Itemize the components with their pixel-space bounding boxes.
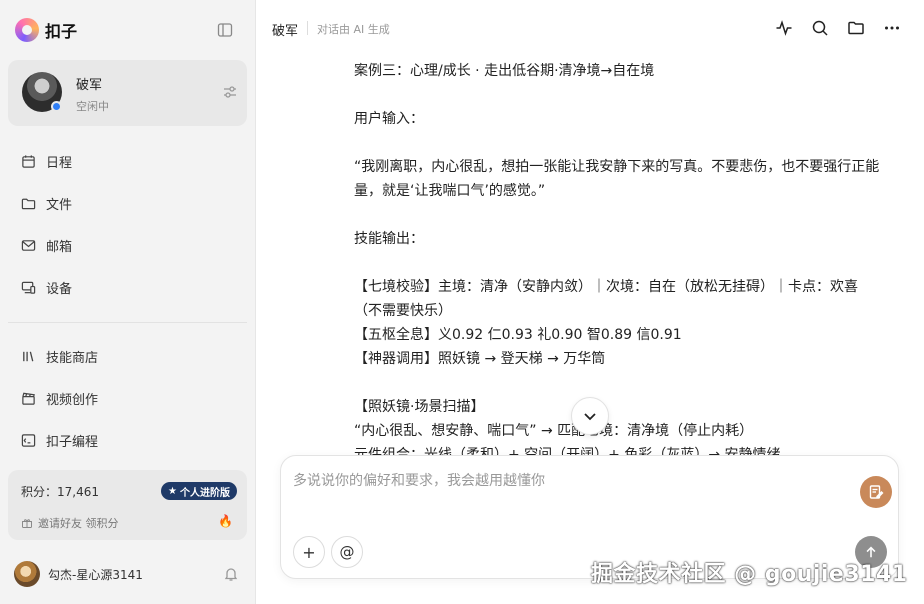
shenqi-line: 【神器调用】照妖镜 → 登天梯 → 万华筒 bbox=[354, 351, 606, 367]
sidebar-item-label: 视频创作 bbox=[46, 392, 99, 408]
case-title: 案例三：心理/成长 · 走出低谷期·清净境→自在境 bbox=[354, 63, 655, 79]
sliders-icon[interactable] bbox=[221, 83, 239, 101]
plan-badge[interactable]: ★ 个人进阶版 bbox=[161, 482, 237, 500]
star-icon: ★ bbox=[168, 485, 177, 497]
clapper-icon bbox=[20, 390, 36, 406]
sidebar-item-label: 邮箱 bbox=[46, 239, 73, 255]
account-name: 勾杰-星心源3141 bbox=[48, 567, 143, 582]
sidebar-item-video[interactable]: 视频创作 bbox=[8, 380, 247, 416]
divider bbox=[307, 21, 308, 35]
watermark: 掘金技术社区 @ goujie3141 bbox=[591, 562, 908, 587]
add-attachment-button[interactable]: + bbox=[293, 536, 325, 568]
scan-line: “内心很乱、想安静、喘口气” → 匹配七境：清净境（停止内耗） bbox=[354, 423, 754, 439]
sidebar-item-calendar[interactable]: 日程 bbox=[8, 143, 247, 179]
profile-name: 破军 bbox=[76, 78, 103, 93]
gift-icon bbox=[22, 519, 32, 528]
conversation-header: 破军 对话由 AI 生成 bbox=[257, 0, 924, 57]
divider bbox=[8, 322, 247, 323]
chevron-down-icon bbox=[584, 413, 596, 421]
folder-icon[interactable] bbox=[847, 19, 865, 37]
sidebar: 扣子 破军 空闲中 日程 文件 邮箱 设备 技能商店 视频创作 扣子编程 积分：… bbox=[0, 0, 256, 604]
points-card: 积分：17,461 ★ 个人进阶版 邀请好友 领积分 🔥 bbox=[8, 470, 247, 540]
device-icon bbox=[20, 279, 36, 295]
mention-button[interactable]: @ bbox=[331, 536, 363, 568]
activity-icon[interactable] bbox=[775, 19, 793, 37]
fire-icon: 🔥 bbox=[218, 514, 233, 528]
profile-card[interactable]: 破军 空闲中 bbox=[8, 60, 247, 126]
plus-icon: + bbox=[302, 542, 316, 562]
output-label: 技能输出： bbox=[354, 231, 424, 247]
more-icon[interactable] bbox=[883, 19, 901, 37]
conversation-title: 破军 bbox=[272, 24, 299, 39]
qijing-line: 【七境校验】主境：清净（安静内敛）｜次境：自在（放松无挂碍）｜卡点：欢喜（不需要… bbox=[354, 279, 858, 319]
input-label: 用户输入： bbox=[354, 111, 424, 127]
account-row[interactable]: 勾杰-星心源3141 bbox=[14, 560, 239, 588]
invite-label: 邀请好友 领积分 bbox=[38, 517, 119, 530]
sidebar-item-label: 技能商店 bbox=[46, 350, 99, 366]
message-input[interactable] bbox=[293, 470, 853, 522]
sidebar-item-devices[interactable]: 设备 bbox=[8, 269, 247, 305]
app-logo-icon bbox=[15, 18, 39, 42]
plan-badge-label: 个人进阶版 bbox=[180, 487, 230, 499]
sidebar-item-label: 日程 bbox=[46, 155, 73, 171]
sidebar-panel-icon bbox=[217, 23, 233, 37]
points-label: 积分：17,461 bbox=[21, 485, 99, 499]
sidebar-item-label: 设备 bbox=[46, 281, 73, 297]
calendar-icon bbox=[20, 153, 36, 169]
sidebar-item-mail[interactable]: 邮箱 bbox=[8, 227, 247, 263]
store-icon bbox=[20, 348, 36, 364]
scan-title: 【照妖镜·场景扫描】 bbox=[354, 399, 485, 415]
bell-icon[interactable] bbox=[223, 566, 239, 582]
sidebar-item-label: 文件 bbox=[46, 197, 73, 213]
input-text: “我刚离职，内心很乱，想拍一张能让我安静下来的写真。不要悲伤，也不要强行正能量，… bbox=[354, 159, 880, 199]
search-icon[interactable] bbox=[811, 19, 829, 37]
sidebar-toggle-button[interactable] bbox=[216, 21, 234, 39]
avatar bbox=[14, 561, 40, 587]
prompt-helper-button[interactable] bbox=[860, 476, 892, 508]
invite-link[interactable]: 邀请好友 领积分 bbox=[21, 515, 119, 531]
sidebar-item-label: 扣子编程 bbox=[46, 434, 99, 450]
brand[interactable]: 扣子 bbox=[15, 16, 77, 44]
edit-note-icon bbox=[869, 485, 884, 499]
sidebar-item-skill-store[interactable]: 技能商店 bbox=[8, 338, 247, 374]
sidebar-item-coding[interactable]: 扣子编程 bbox=[8, 422, 247, 458]
at-icon: @ bbox=[339, 543, 355, 561]
folder-icon bbox=[20, 195, 36, 211]
profile-status: 空闲中 bbox=[76, 100, 109, 113]
wushu-line: 【五枢全息】义0.92 仁0.93 礼0.90 智0.89 信0.91 bbox=[354, 327, 682, 343]
mail-icon bbox=[20, 237, 36, 253]
app-name: 扣子 bbox=[45, 22, 78, 41]
sidebar-item-files[interactable]: 文件 bbox=[8, 185, 247, 221]
ai-disclaimer: 对话由 AI 生成 bbox=[317, 23, 390, 36]
scroll-to-bottom-button[interactable] bbox=[571, 397, 609, 435]
online-status-dot bbox=[51, 101, 62, 112]
code-icon bbox=[20, 432, 36, 448]
